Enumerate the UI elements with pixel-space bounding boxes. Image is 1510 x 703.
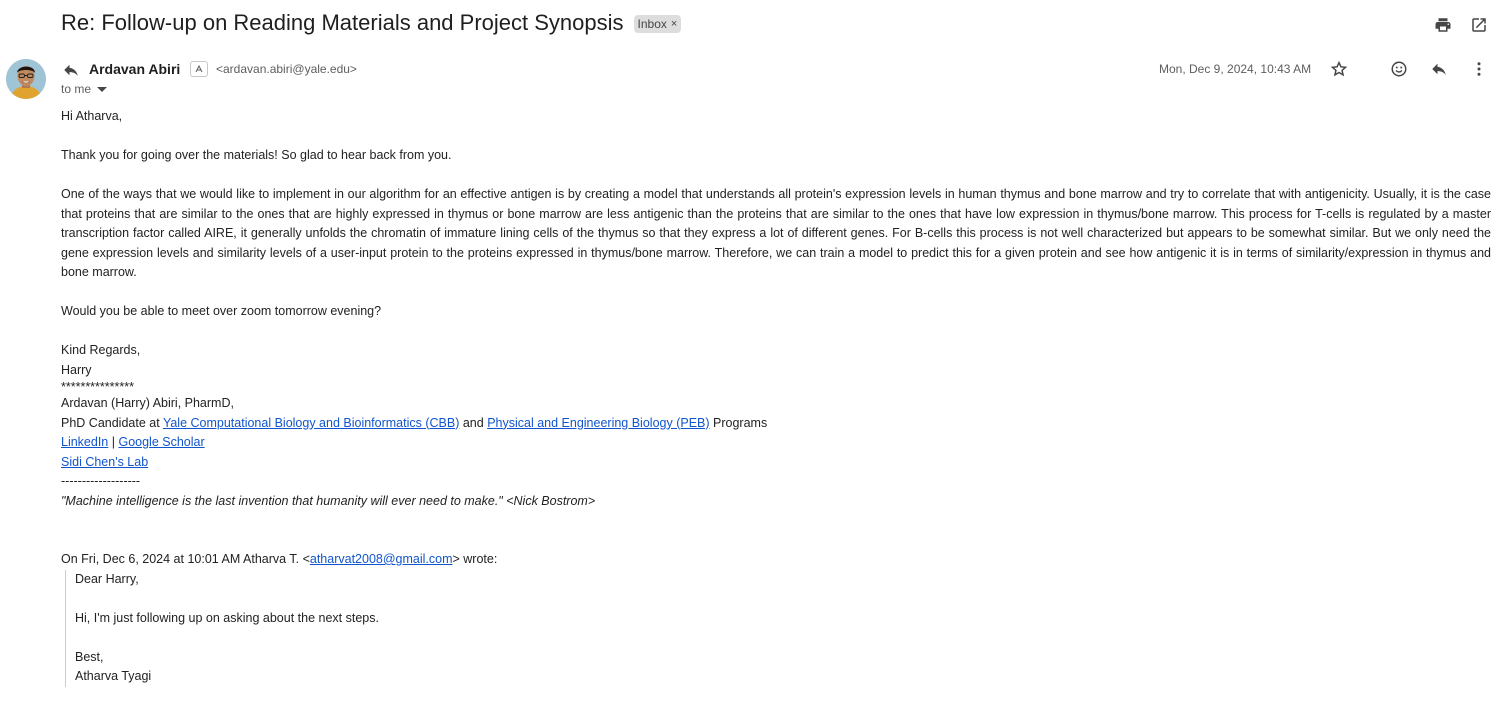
cbb-program-link[interactable]: Yale Computational Biology and Bioinform… xyxy=(163,416,459,430)
and-text: and xyxy=(459,415,488,430)
quoted-header-suffix: > wrote: xyxy=(452,552,498,566)
paragraph-thanks: Thank you for going over the materials! … xyxy=(61,148,452,162)
signature-stars: *************** xyxy=(61,380,134,394)
inbox-label-chip[interactable]: Inbox × xyxy=(633,15,682,33)
verified-sender-icon[interactable] xyxy=(190,61,208,77)
email-subject: Re: Follow-up on Reading Materials and P… xyxy=(61,10,682,36)
chevron-down-icon xyxy=(97,82,108,96)
email-date: Mon, Dec 9, 2024, 10:43 AM xyxy=(1159,62,1312,76)
quoted-greeting: Dear Harry, xyxy=(75,571,139,586)
sender-name[interactable]: Ardavan Abiri xyxy=(89,61,180,77)
phd-prefix: PhD Candidate at xyxy=(61,415,163,430)
peb-program-link[interactable]: Physical and Engineering Biology (PEB) xyxy=(487,416,709,430)
greeting: Hi Atharva, xyxy=(61,109,123,123)
quoted-closing: Best, xyxy=(75,649,104,664)
recipient-text: to me xyxy=(61,82,92,96)
signature-dashes: ------------------- xyxy=(61,474,141,488)
subject-text: Re: Follow-up on Reading Materials and P… xyxy=(61,10,624,35)
emoji-icon[interactable] xyxy=(1389,59,1409,79)
signature-links-line: LinkedIn | Google Scholar xyxy=(61,433,1491,453)
print-icon[interactable] xyxy=(1432,14,1454,36)
label-text: Inbox xyxy=(637,17,667,31)
closing: Kind Regards, xyxy=(61,343,141,357)
more-vertical-icon[interactable] xyxy=(1469,59,1489,79)
star-icon[interactable] xyxy=(1329,59,1349,79)
linkedin-link[interactable]: LinkedIn xyxy=(61,435,108,449)
signature-name: Ardavan (Harry) Abiri, PharmD, xyxy=(61,396,234,410)
programs-suffix: Programs xyxy=(709,415,768,430)
quoted-sender-email-link[interactable]: atharvat2008@gmail.com xyxy=(310,552,453,566)
quoted-body: Hi, I'm just following up on asking abou… xyxy=(75,610,379,625)
closing-name: Harry xyxy=(61,362,92,377)
recipient-details-toggle[interactable]: to me xyxy=(61,82,108,96)
sender-email: <ardavan.abiri@yale.edu> xyxy=(216,62,357,76)
quoted-header-prefix: On Fri, Dec 6, 2024 at 10:01 AM Atharva … xyxy=(61,552,310,566)
email-body: Hi Atharva, Thank you for going over the… xyxy=(61,107,1491,687)
remove-label-icon[interactable]: × xyxy=(671,18,677,30)
signature-phd-line: PhD Candidate at Yale Computational Biol… xyxy=(61,414,1491,434)
google-scholar-link[interactable]: Google Scholar xyxy=(118,435,204,449)
link-separator: | xyxy=(108,435,119,449)
paragraph-main: One of the ways that we would like to im… xyxy=(61,187,1491,279)
reply-icon[interactable] xyxy=(61,60,81,80)
paragraph-meeting: Would you be able to meet over zoom tomo… xyxy=(61,304,382,318)
reply-button-icon[interactable] xyxy=(1429,59,1449,79)
quoted-message: Dear Harry, Hi, I'm just following up on… xyxy=(65,569,1491,687)
open-in-new-window-icon[interactable] xyxy=(1468,14,1490,36)
sender-avatar[interactable] xyxy=(6,59,46,99)
quoted-name: Atharva Tyagi xyxy=(75,669,152,683)
quoted-header: On Fri, Dec 6, 2024 at 10:01 AM Atharva … xyxy=(61,550,1491,570)
lab-link[interactable]: Sidi Chen's Lab xyxy=(61,455,148,469)
signature-quote: "Machine intelligence is the last invent… xyxy=(61,493,596,508)
